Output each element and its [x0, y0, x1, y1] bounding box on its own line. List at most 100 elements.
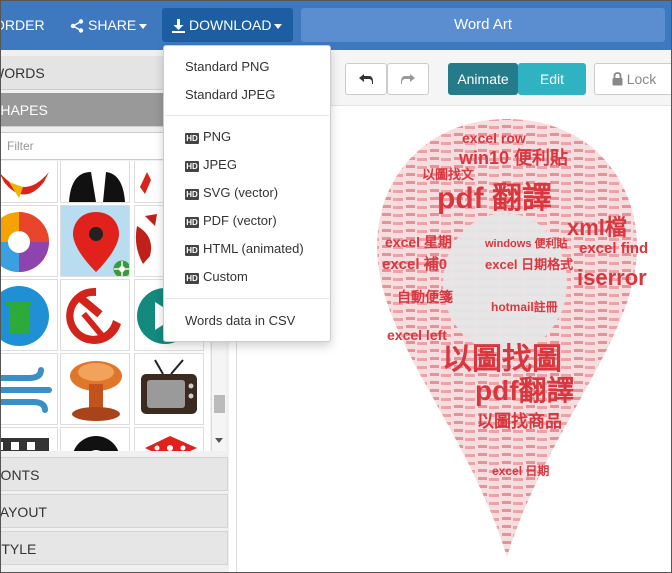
download-menu-item-label: SVG (vector) [203, 185, 279, 200]
animate-label: Animate [457, 71, 509, 87]
word-cloud-word: excel 補0 [382, 255, 447, 273]
download-menu-item-label: Words data in CSV [185, 313, 296, 328]
wind-icon [0, 367, 52, 413]
download-menu-item-label: HTML (animated) [203, 241, 304, 256]
scroll-down-arrow-icon[interactable] [215, 438, 223, 443]
download-menu-item[interactable]: HD Custom [164, 263, 330, 291]
edit-label: Edit [539, 71, 565, 87]
shape-tile-recycle-bin[interactable] [0, 279, 58, 351]
shape-tile-wind[interactable] [0, 353, 58, 425]
shape-tile-ribbon[interactable] [0, 161, 58, 203]
shape-tile-figure[interactable] [60, 161, 130, 203]
film-icon [0, 438, 49, 451]
word-cloud-word: excel left [387, 327, 447, 343]
share-icon [70, 19, 84, 33]
download-menu-item-label: JPEG [203, 157, 237, 172]
word-cloud-word: excel find [579, 240, 648, 257]
edit-button[interactable]: Edit [518, 63, 586, 95]
shapes-label: SHAPES [0, 102, 48, 118]
pin-hole [443, 213, 567, 353]
shape-tile-mushroom-cloud[interactable] [60, 353, 130, 425]
explosion-icon [70, 361, 122, 421]
download-menu-item[interactable]: HD HTML (animated) [164, 235, 330, 263]
shape-tile-film[interactable] [0, 427, 58, 451]
layout-label: LAYOUT [0, 504, 47, 520]
page-title: Word Art [453, 16, 513, 33]
ribbon-icon [0, 172, 49, 198]
style-label: STYLE [0, 541, 37, 557]
hd-badge-icon: HD [185, 133, 199, 144]
download-menu-item[interactable]: HD SVG (vector) [164, 179, 330, 207]
filter-placeholder: Filter [7, 139, 34, 153]
order-button[interactable]: ORDER [0, 8, 45, 42]
style-section-header[interactable]: STYLE [0, 531, 228, 565]
hammer-sickle-icon [66, 287, 121, 344]
download-menu-item[interactable]: Standard JPEG [164, 81, 330, 109]
hd-badge-icon: HD [185, 273, 199, 284]
scrollbar-thumb[interactable] [214, 395, 225, 413]
tv-icon [141, 359, 197, 414]
hd-badge-icon: HD [185, 245, 199, 256]
download-menu-item[interactable]: Standard PNG [164, 53, 330, 81]
word-cloud-word: 以圖找文 [422, 167, 475, 182]
word-cloud-word: 以圖找商品 [477, 411, 562, 431]
download-menu-item-label: PNG [203, 129, 232, 144]
word-cloud-word: pdf翻譯 [475, 375, 575, 406]
word-cloud-word: iserror [577, 265, 647, 290]
download-menu-item-label: Standard PNG [185, 59, 270, 74]
download-menu-item[interactable]: Words data in CSV [164, 307, 330, 335]
undo-icon [359, 74, 373, 84]
download-button[interactable]: DOWNLOAD [162, 8, 293, 42]
shape-tile-television[interactable] [134, 353, 204, 425]
title-field[interactable]: Word Art [301, 8, 665, 42]
word-cloud-word: excel 日期格式 [485, 257, 573, 272]
lock-button[interactable]: Lock [594, 63, 672, 95]
word-cloud-word: excel 星期 [385, 234, 452, 250]
download-menu-item-label: Custom [203, 269, 248, 284]
figure-icon [69, 172, 125, 202]
word-cloud-word: 自動便箋 [397, 289, 453, 305]
shape-tile-hammer-sickle[interactable] [60, 279, 130, 351]
gear-icon [113, 260, 129, 276]
download-menu-item[interactable]: HD JPEG [164, 151, 330, 179]
eye-icon [73, 436, 119, 451]
hd-badge-icon: HD [185, 217, 199, 228]
word-cloud-word: win10 便利貼 [458, 147, 568, 168]
words-label: WORDS [0, 65, 45, 81]
download-menu-item-label: PDF (vector) [203, 213, 277, 228]
undo-button[interactable] [345, 63, 387, 95]
shape-tile-aperture[interactable] [0, 205, 58, 277]
download-menu-item-label: Standard JPEG [185, 87, 276, 102]
layout-section-header[interactable]: LAYOUT [0, 494, 228, 528]
word-cloud-word: 以圖找圖 [442, 343, 562, 376]
share-button[interactable]: SHARE [70, 8, 148, 42]
word-cloud-word: windows 便利貼 [484, 236, 568, 250]
download-icon [172, 19, 185, 33]
word-cloud-word: pdf 翻譯 [437, 182, 552, 215]
redo-icon [401, 74, 415, 84]
word-cloud-word: excel row [462, 130, 526, 146]
animate-button[interactable]: Animate [448, 63, 518, 95]
shape-tile-map-pin[interactable] [60, 205, 130, 277]
top-bar: ORDER SHARE DOWNLOAD Word Art [0, 0, 672, 50]
lock-label: Lock [626, 71, 657, 87]
fonts-section-header[interactable]: FONTS [0, 457, 228, 491]
share-label: SHARE [88, 17, 137, 33]
hd-badge-icon: HD [185, 189, 199, 200]
chevron-down-icon [139, 23, 148, 29]
menu-divider [165, 298, 329, 299]
redo-button[interactable] [387, 63, 429, 95]
aperture-icon [0, 212, 49, 272]
hd-badge-icon: HD [185, 161, 199, 172]
shape-tile-dice[interactable] [134, 427, 204, 451]
trash-icon [0, 286, 49, 346]
word-cloud-word: xml檔 [567, 215, 627, 240]
download-menu: Standard PNG Standard JPEG HD PNG HD JPEG HD SV… [163, 45, 331, 342]
download-label: DOWNLOAD [189, 17, 272, 33]
shape-tile-eye[interactable] [60, 427, 130, 451]
word-cloud-word: hotmail註冊 [491, 299, 558, 314]
download-menu-item[interactable]: HD PNG [164, 123, 330, 151]
download-menu-item[interactable]: HD PDF (vector) [164, 207, 330, 235]
order-label: ORDER [0, 17, 45, 33]
fonts-label: FONTS [0, 467, 40, 483]
